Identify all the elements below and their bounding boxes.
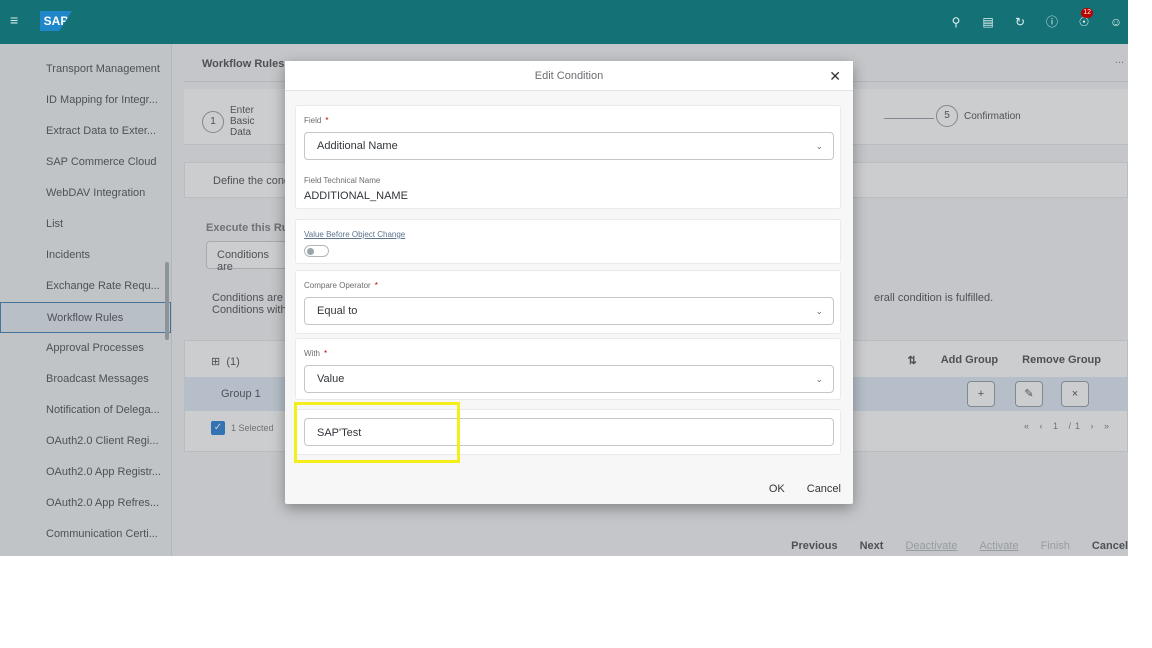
cancel-button[interactable]: Cancel: [807, 483, 841, 495]
with-label-text: With: [304, 349, 320, 358]
dialog-footer: OK Cancel: [285, 473, 853, 504]
chevron-down-icon[interactable]: ⌄: [815, 374, 823, 385]
required-marker: *: [374, 281, 378, 290]
dialog-header: Edit Condition ✕: [285, 61, 853, 91]
value-before-label: Value Before Object Change: [304, 230, 406, 239]
tech-name-value: ADDITIONAL_NAME: [304, 190, 408, 202]
chevron-down-icon[interactable]: ⌄: [815, 306, 823, 317]
close-icon[interactable]: ✕: [829, 61, 841, 91]
profile-icon[interactable]: ☺: [1106, 12, 1126, 32]
operator-select-value: Equal to: [317, 305, 358, 317]
field-label-text: Field: [304, 116, 322, 125]
value-before-panel: Value Before Object Change: [295, 219, 841, 264]
required-marker: *: [325, 116, 329, 125]
value-before-toggle[interactable]: [304, 245, 329, 257]
with-panel: With * Value ⌄: [295, 338, 841, 400]
sap-logo[interactable]: SAP: [40, 11, 72, 31]
with-select[interactable]: Value ⌄: [304, 365, 834, 393]
ok-button[interactable]: OK: [769, 483, 785, 495]
help-icon[interactable]: ⓘ: [1042, 12, 1062, 32]
with-select-value: Value: [317, 373, 345, 385]
field-select[interactable]: Additional Name ⌄: [304, 132, 834, 160]
tech-name-label: Field Technical Name: [304, 176, 381, 185]
chevron-down-icon[interactable]: ⌄: [815, 141, 823, 152]
history-icon[interactable]: ↻: [1010, 12, 1030, 32]
menu-icon[interactable]: ≡: [10, 12, 18, 28]
shell-actions: ⚲ ▤ ↻ ⓘ ☉ 12 ☺: [946, 8, 1126, 32]
field-label: Field *: [304, 116, 328, 125]
operator-label: Compare Operator *: [304, 281, 378, 290]
operator-select[interactable]: Equal to ⌄: [304, 297, 834, 325]
notifications-badge: 12: [1081, 8, 1093, 18]
search-icon[interactable]: ⚲: [946, 12, 966, 32]
field-select-value: Additional Name: [317, 140, 398, 152]
operator-label-text: Compare Operator: [304, 281, 371, 290]
app-window: ≡ SAP ⚲ ▤ ↻ ⓘ ☉ 12 ☺ Transport Management…: [0, 0, 1128, 556]
dialog-title: Edit Condition: [534, 70, 604, 82]
operator-panel: Compare Operator * Equal to ⌄: [295, 270, 841, 334]
field-panel: Field * Additional Name ⌄ Field Technical…: [295, 105, 841, 209]
with-label: With *: [304, 349, 327, 358]
feedback-icon[interactable]: ▤: [978, 12, 998, 32]
shell-bar: ≡ SAP ⚲ ▤ ↻ ⓘ ☉ 12 ☺: [0, 0, 1128, 44]
required-marker: *: [324, 349, 328, 358]
highlight-box: [294, 402, 460, 463]
notifications-icon[interactable]: ☉ 12: [1074, 8, 1094, 32]
